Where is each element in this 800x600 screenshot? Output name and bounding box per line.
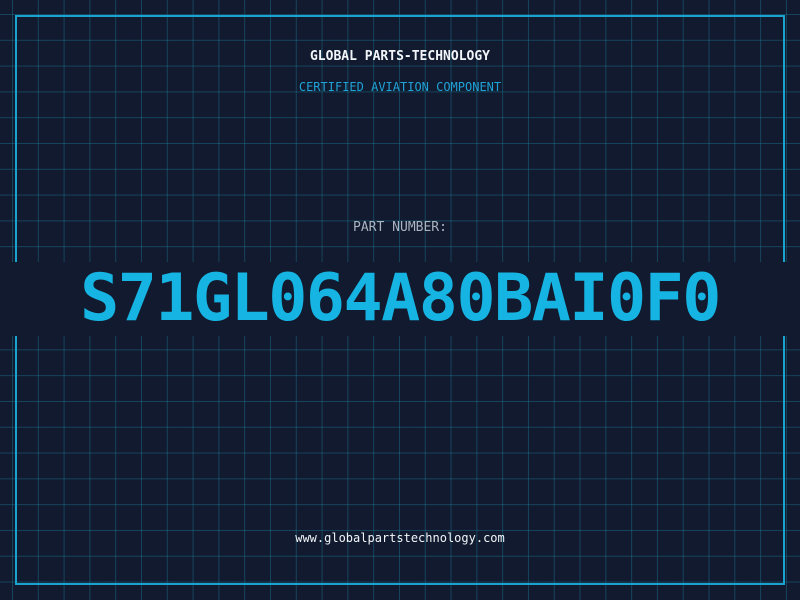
part-number-label: PART NUMBER: xyxy=(353,220,447,235)
company-name: GLOBAL PARTS-TECHNOLOGY xyxy=(309,49,490,64)
part-number-value: S71GL064A80BAI0F0 xyxy=(80,261,721,336)
website-url[interactable]: www.globalpartstechnology.com xyxy=(0,531,800,545)
certificate-subtitle: CERTIFIED AVIATION COMPONENT xyxy=(298,80,502,94)
